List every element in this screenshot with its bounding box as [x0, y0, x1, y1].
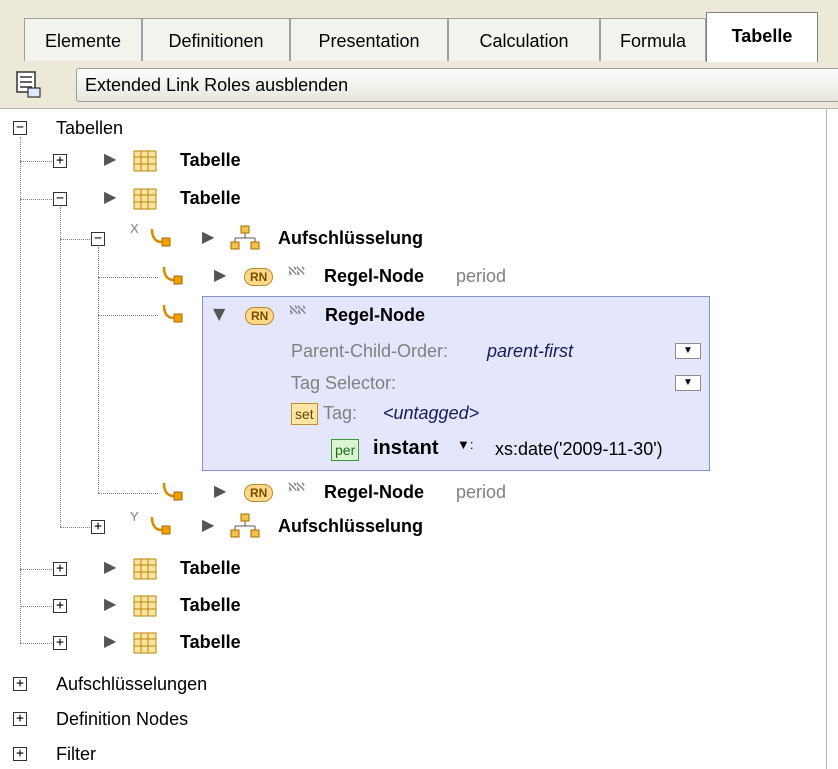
- tab-calculation[interactable]: Calculation: [448, 18, 600, 61]
- tab-tabelle[interactable]: Tabelle: [706, 12, 818, 62]
- table-item-label[interactable]: Tabelle: [180, 150, 241, 171]
- table-icon: [133, 558, 157, 585]
- play-triangle-icon[interactable]: ▶: [104, 150, 116, 170]
- hierarchy-icon: [230, 512, 260, 545]
- expand-toggle[interactable]: +: [53, 599, 67, 613]
- hierarchy-icon: [230, 224, 260, 257]
- table-icon: [133, 188, 157, 215]
- tab-elemente[interactable]: Elemente: [24, 18, 142, 61]
- per-badge: per: [331, 439, 360, 461]
- popup-title: Regel-Node: [325, 305, 426, 325]
- expand-toggle[interactable]: +: [53, 636, 67, 650]
- table-item-label[interactable]: Tabelle: [180, 188, 241, 209]
- tag-value[interactable]: <untagged>: [383, 403, 479, 424]
- rule-node-period: period: [456, 266, 507, 286]
- play-triangle-icon[interactable]: ▶: [104, 632, 116, 652]
- connector-icon: [148, 226, 174, 255]
- expand-toggle[interactable]: +: [53, 154, 67, 168]
- tag-selector-label: Tag Selector:: [291, 373, 397, 393]
- rule-node-label[interactable]: Regel-Node: [324, 482, 424, 503]
- rule-node-badge: RN: [244, 484, 274, 502]
- play-triangle-icon[interactable]: ▶: [104, 188, 116, 208]
- connector-icon: [148, 514, 174, 543]
- play-triangle-icon[interactable]: ▶: [202, 516, 214, 536]
- parent-child-order-value[interactable]: parent-first: [487, 341, 573, 362]
- tree-connector: [98, 493, 158, 494]
- play-triangle-icon[interactable]: ▶: [214, 266, 226, 286]
- aspect-name[interactable]: instant: [373, 437, 439, 460]
- table-item-label[interactable]: Tabelle: [180, 632, 241, 653]
- tree-connector: [98, 247, 99, 493]
- expand-toggle[interactable]: +: [91, 520, 105, 534]
- parent-child-order-label: Parent-Child-Order:: [291, 341, 449, 361]
- play-triangle-icon[interactable]: ▶: [104, 558, 116, 578]
- breakdown-label[interactable]: Aufschlüsselung: [278, 228, 423, 249]
- aspect-dropdown-icon[interactable]: ▼:: [457, 437, 473, 452]
- connector-icon: [160, 480, 186, 509]
- breakdown-label[interactable]: Aufschlüsselung: [278, 516, 423, 537]
- tree-connector: [60, 207, 61, 527]
- table-icon: [133, 595, 157, 622]
- expand-toggle[interactable]: +: [13, 747, 27, 761]
- collapse-toggle-tabellen[interactable]: −: [13, 121, 27, 135]
- tab-formula[interactable]: Formula: [600, 18, 706, 61]
- collapse-toggle[interactable]: −: [91, 232, 105, 246]
- play-triangle-icon[interactable]: ▶: [104, 595, 116, 615]
- abstract-marker-icon: ℵℵ: [288, 480, 305, 494]
- rule-node-badge: RN: [245, 307, 275, 325]
- tree-item-definition-nodes[interactable]: Definition Nodes: [56, 709, 188, 730]
- rule-node-label[interactable]: Regel-Node: [324, 266, 424, 287]
- tag-label: Tag:: [323, 403, 358, 423]
- abstract-marker-icon: ℵℵ: [288, 264, 305, 278]
- set-badge: set: [291, 403, 318, 425]
- axis-x-label: X: [130, 221, 139, 236]
- tab-presentation[interactable]: Presentation: [290, 18, 448, 61]
- table-icon: [133, 632, 157, 659]
- expand-toggle[interactable]: +: [13, 677, 27, 691]
- rule-node-badge: RN: [244, 268, 274, 286]
- tree-connector: [98, 277, 158, 278]
- tree-view-icon[interactable]: [14, 70, 44, 100]
- abstract-marker-icon: ℵℵ: [289, 303, 306, 317]
- tree-root-label: Tabellen: [56, 118, 124, 138]
- tree-item-aufschluesselungen[interactable]: Aufschlüsselungen: [56, 674, 207, 695]
- rule-node-detail-panel: ▶ RN ℵℵ Regel-Node Parent-Child-Order: p…: [202, 296, 710, 471]
- parent-child-order-dropdown[interactable]: ▼: [675, 343, 701, 359]
- expand-toggle[interactable]: +: [53, 562, 67, 576]
- tree-item-filter[interactable]: Filter: [56, 744, 96, 765]
- connector-icon: [160, 302, 186, 331]
- axis-y-label: Y: [130, 509, 139, 524]
- table-item-label[interactable]: Tabelle: [180, 558, 241, 579]
- play-triangle-icon[interactable]: ▶: [214, 482, 226, 502]
- play-triangle-icon[interactable]: ▶: [202, 228, 214, 248]
- tab-bar: Elemente Definitionen Presentation Calcu…: [0, 0, 838, 63]
- toolbar: Extended Link Roles ausblenden: [0, 62, 838, 109]
- aspect-value[interactable]: xs:date('2009-11-30'): [495, 439, 663, 460]
- tree-connector: [98, 315, 158, 316]
- panel-border: [826, 108, 827, 769]
- table-icon: [133, 150, 157, 177]
- connector-icon: [160, 264, 186, 293]
- expanded-triangle-icon[interactable]: ▶: [209, 309, 229, 321]
- tag-selector-dropdown[interactable]: ▼: [675, 375, 701, 391]
- table-item-label[interactable]: Tabelle: [180, 595, 241, 616]
- tab-definitionen[interactable]: Definitionen: [142, 18, 290, 61]
- collapse-toggle[interactable]: −: [53, 192, 67, 206]
- hide-extended-link-roles-button[interactable]: Extended Link Roles ausblenden: [76, 68, 838, 102]
- rule-node-period: period: [456, 482, 507, 502]
- tree-connector: [20, 137, 21, 643]
- expand-toggle[interactable]: +: [13, 712, 27, 726]
